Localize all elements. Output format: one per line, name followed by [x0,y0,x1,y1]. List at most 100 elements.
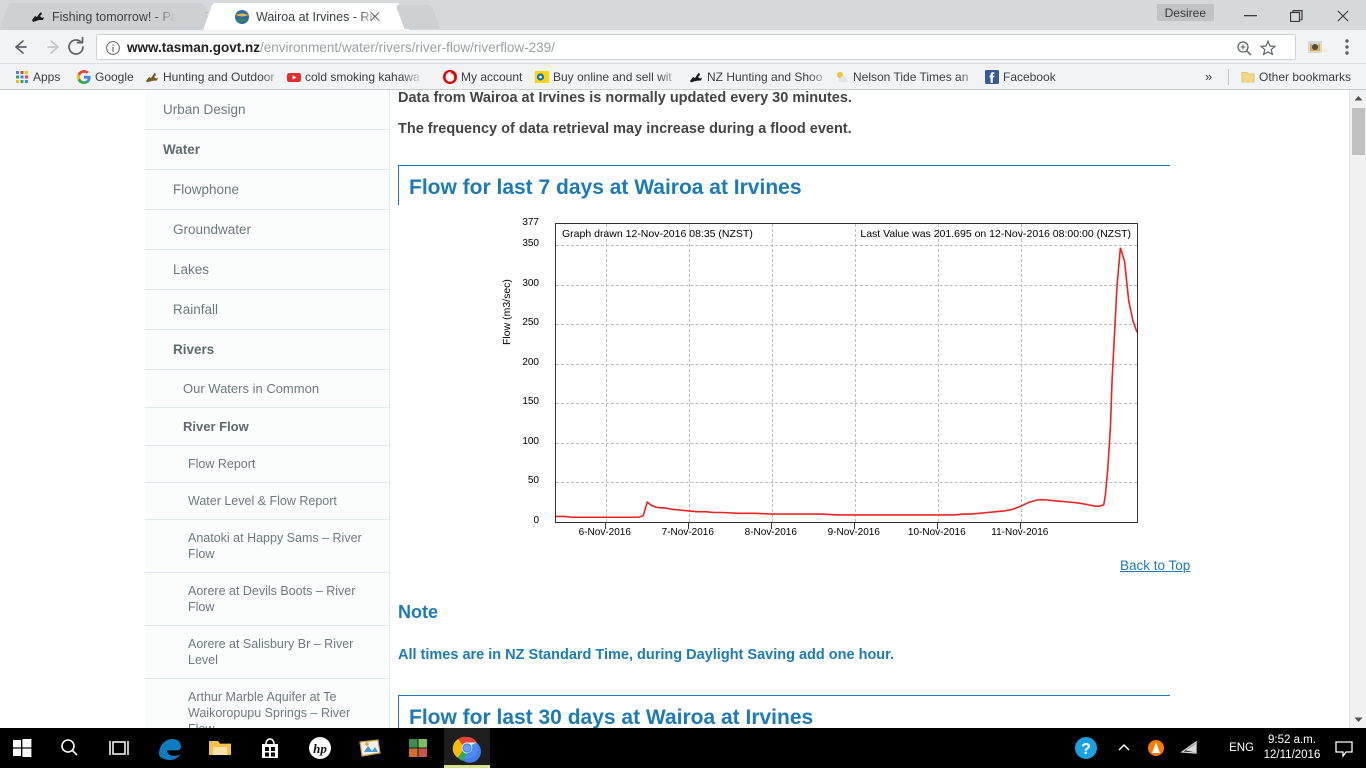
bookmarks-bar: Apps Google Hunting and Outdoor cold smo… [0,64,1366,90]
bookmark-label: cold smoking kahawa [305,70,420,84]
clock[interactable]: 9:52 a.m. 12/11/2016 [1260,733,1324,763]
bookmark-google[interactable]: Google [76,67,152,87]
notification-icon[interactable] [1328,728,1360,768]
sidebar-item-12[interactable]: Aorere at Devils Boots – River Flow [145,573,389,626]
apps-button[interactable] [398,728,438,768]
sidebar-item-label: Our Waters in Common [183,381,320,396]
vodafone-icon [442,69,458,85]
bookmarks-separator [1228,69,1229,85]
chrome-menu-icon[interactable] [1338,36,1356,58]
sidebar-item-10[interactable]: Water Level & Flow Report [145,483,389,520]
maximize-restore-button[interactable] [1274,0,1320,30]
task-view-button[interactable] [99,728,139,768]
store-button[interactable] [250,728,290,768]
paragraph-flood-event: The frequency of data retrieval may incr… [398,121,852,137]
bookmark-nz-hunting-and-shooting[interactable]: NZ Hunting and Shoo [688,67,832,87]
sidebar-item-label: Water [163,142,201,157]
sidebar-navigation: Urban Design Water Flowphone Groundwater Lak… [145,90,390,728]
page-content: Data from Wairoa at Irvines is normally … [390,90,1340,728]
sidebar-item-4[interactable]: Lakes [145,250,389,290]
edge-button[interactable] [150,728,190,768]
minimize-button[interactable] [1228,0,1274,30]
facebook-icon [984,69,1000,85]
sidebar-item-7[interactable]: Our Waters in Common [145,370,389,408]
clock-date: 12/11/2016 [1263,749,1321,761]
sidebar-item-8[interactable]: River Flow [145,408,389,446]
svg-text:hp: hp [313,741,327,756]
bookmark-label: Google [95,70,134,84]
chart-x-tick-1: 7-Nov-2016 [661,527,714,538]
reload-button[interactable] [62,33,90,61]
chart-y-tick-3: 150 [522,396,539,408]
bookmark-cold-smoking-kahawai[interactable]: cold smoking kahawa [286,67,424,87]
hp-button[interactable]: hp [300,728,340,768]
tab-strip: Fishing tomorrow! - Page Wairoa at Irvin… [0,0,1366,30]
folder-icon [1240,69,1256,85]
extension-icon[interactable] [1304,37,1326,57]
globe-icon [234,9,250,25]
scroll-up-arrow-icon[interactable] [1350,90,1366,107]
sidebar-item-2[interactable]: Flowphone [145,170,389,210]
sidebar-item-13[interactable]: Aorere at Salisbury Br – River Level [145,626,389,679]
heading-flow-7-days: Flow for last 7 days at Wairoa at Irvine… [398,165,1170,205]
bookmark-label: Apps [33,70,61,84]
browser-tab-0[interactable]: Fishing tomorrow! - Page [18,3,196,30]
sidebar-item-0[interactable]: Urban Design [145,90,389,130]
avast-tray-icon[interactable] [1142,728,1170,768]
sidebar-item-label: Flow Report [188,457,256,471]
bookmark-star-icon[interactable] [1259,39,1279,57]
sidebar-item-label: Flowphone [173,182,240,197]
bookmarks-overflow-button[interactable]: » [1205,69,1212,84]
bookmark-hunting-and-outdoor[interactable]: Hunting and Outdoor [144,67,284,87]
bookmark-label: Nelson Tide Times an [853,70,969,84]
language-indicator[interactable]: ENG [1229,742,1254,754]
sidebar-item-6[interactable]: Rivers [145,330,389,370]
bookmark-label: Facebook [1003,70,1056,84]
address-bar[interactable]: www.tasman.govt.nz/environment/water/riv… [96,34,1296,60]
tab-title-0: Fishing tomorrow! - Page [52,10,176,24]
info-circle-icon[interactable] [105,40,121,56]
trademe-icon [534,69,550,85]
deer-icon [30,9,46,25]
sidebar-item-5[interactable]: Rainfall [145,290,389,330]
chrome-button[interactable] [444,728,490,768]
bookmark-label: My account [461,70,523,84]
clock-time: 9:52 a.m. [1268,734,1316,746]
window-user-label[interactable]: Desiree [1156,4,1214,21]
search-button[interactable] [50,728,90,768]
browser-toolbar: www.tasman.govt.nz/environment/water/riv… [0,30,1366,64]
sidebar-item-9[interactable]: Flow Report [145,446,389,483]
bookmark-label: Hunting and Outdoor [163,70,275,84]
browser-window: Fishing tomorrow! - Page Wairoa at Irvin… [0,0,1366,728]
bookmark-facebook[interactable]: Facebook [984,67,1094,87]
sidebar-item-3[interactable]: Groundwater [145,210,389,250]
show-hidden-icons-button[interactable] [1110,728,1138,768]
file-explorer-button[interactable] [200,728,240,768]
flow-chart-7-days[interactable]: Flow (m3/sec) 0 50 100 150 200 250 300 350 377 G… [501,215,1140,538]
help-button[interactable]: ? [1068,728,1104,768]
photos-button[interactable] [350,728,390,768]
close-window-button[interactable] [1320,0,1366,30]
browser-tab-1[interactable]: Wairoa at Irvines - River F [222,3,392,30]
bookmark-my-account[interactable]: My account [442,67,538,87]
sidebar-item-11[interactable]: Anatoki at Happy Sams – River Flow [145,520,389,573]
vertical-scrollbar[interactable] [1349,90,1366,728]
zoom-icon[interactable] [1235,39,1255,57]
bookmark-nelson-tide-times[interactable]: Nelson Tide Times an [834,67,982,87]
sidebar-item-1[interactable]: Water [145,130,389,170]
bookmark-other-bookmarks[interactable]: Other bookmarks [1240,67,1360,87]
sidebar-item-label: Rivers [173,342,215,357]
sidebar-item-14[interactable]: Arthur Marble Aquifer at Te Waikoropupu … [145,679,389,728]
scrollbar-thumb[interactable] [1352,108,1365,155]
windows-taskbar: hp ? ENG 9:52 a.m. 12/11/2016 [0,728,1366,768]
chart-y-tick-1: 50 [527,475,539,487]
wifi-icon[interactable] [1176,728,1206,768]
bookmark-trademe[interactable]: Buy online and sell wit [534,67,682,87]
chart-plot-area: Graph drawn 12-Nov-2016 08:35 (NZST) Las… [555,223,1138,523]
scroll-down-arrow-icon[interactable] [1350,711,1366,728]
back-to-top-link[interactable]: Back to Top [1120,558,1190,573]
back-button[interactable] [6,33,34,61]
chart-series-line [556,247,1137,519]
start-button[interactable] [2,728,42,768]
new-tab-button[interactable] [395,5,441,29]
